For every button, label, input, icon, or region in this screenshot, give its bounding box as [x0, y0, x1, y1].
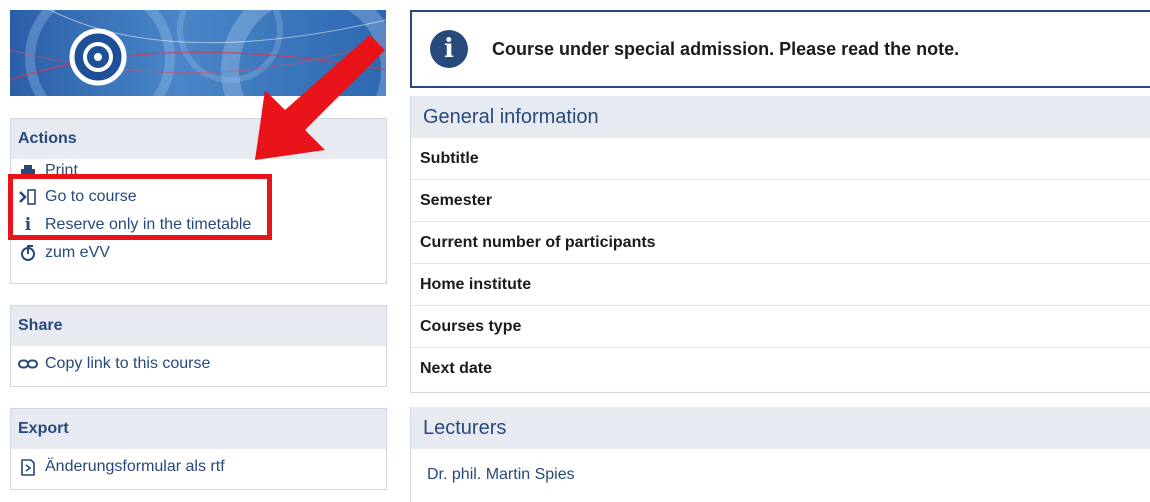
lecturer-link[interactable]: Dr. phil. Martin Spies [411, 449, 1150, 501]
export-rtf-action[interactable]: Änderungsformular als rtf [11, 453, 386, 481]
notice-text: Course under special admission. Please r… [492, 38, 960, 59]
red-arrow-icon [255, 35, 385, 160]
copy-link-action[interactable]: Copy link to this course [11, 350, 386, 378]
highlight-box [8, 174, 272, 240]
share-panel: Share Copy link to this course [10, 305, 387, 387]
export-rtf-label: Änderungsformular als rtf [45, 458, 225, 475]
courses-type-row: Courses type [411, 306, 1150, 348]
share-title: Share [11, 306, 386, 346]
evv-label: zum eVV [45, 244, 110, 261]
general-information-section: General information Subtitle Semester Cu… [410, 96, 1150, 393]
export-panel: Export Änderungsformular als rtf [10, 408, 387, 490]
lecturers-title: Lecturers [411, 407, 1150, 449]
semester-row: Semester [411, 180, 1150, 222]
lecturers-section: Lecturers Dr. phil. Martin Spies [410, 407, 1150, 502]
evv-action[interactable]: zum eVV [11, 239, 386, 267]
admission-notice: i Course under special admission. Please… [410, 10, 1150, 88]
home-institute-row: Home institute [411, 264, 1150, 306]
link-icon [17, 355, 39, 373]
general-information-title: General information [411, 96, 1150, 138]
evv-icon [17, 244, 39, 262]
participants-row: Current number of participants [411, 222, 1150, 264]
export-title: Export [11, 409, 386, 449]
info-circle-icon: i [430, 30, 468, 68]
circle-logo [69, 28, 127, 86]
copy-link-label: Copy link to this course [45, 355, 211, 372]
document-icon [17, 458, 39, 476]
subtitle-row: Subtitle [411, 138, 1150, 180]
next-date-row: Next date [420, 360, 493, 377]
